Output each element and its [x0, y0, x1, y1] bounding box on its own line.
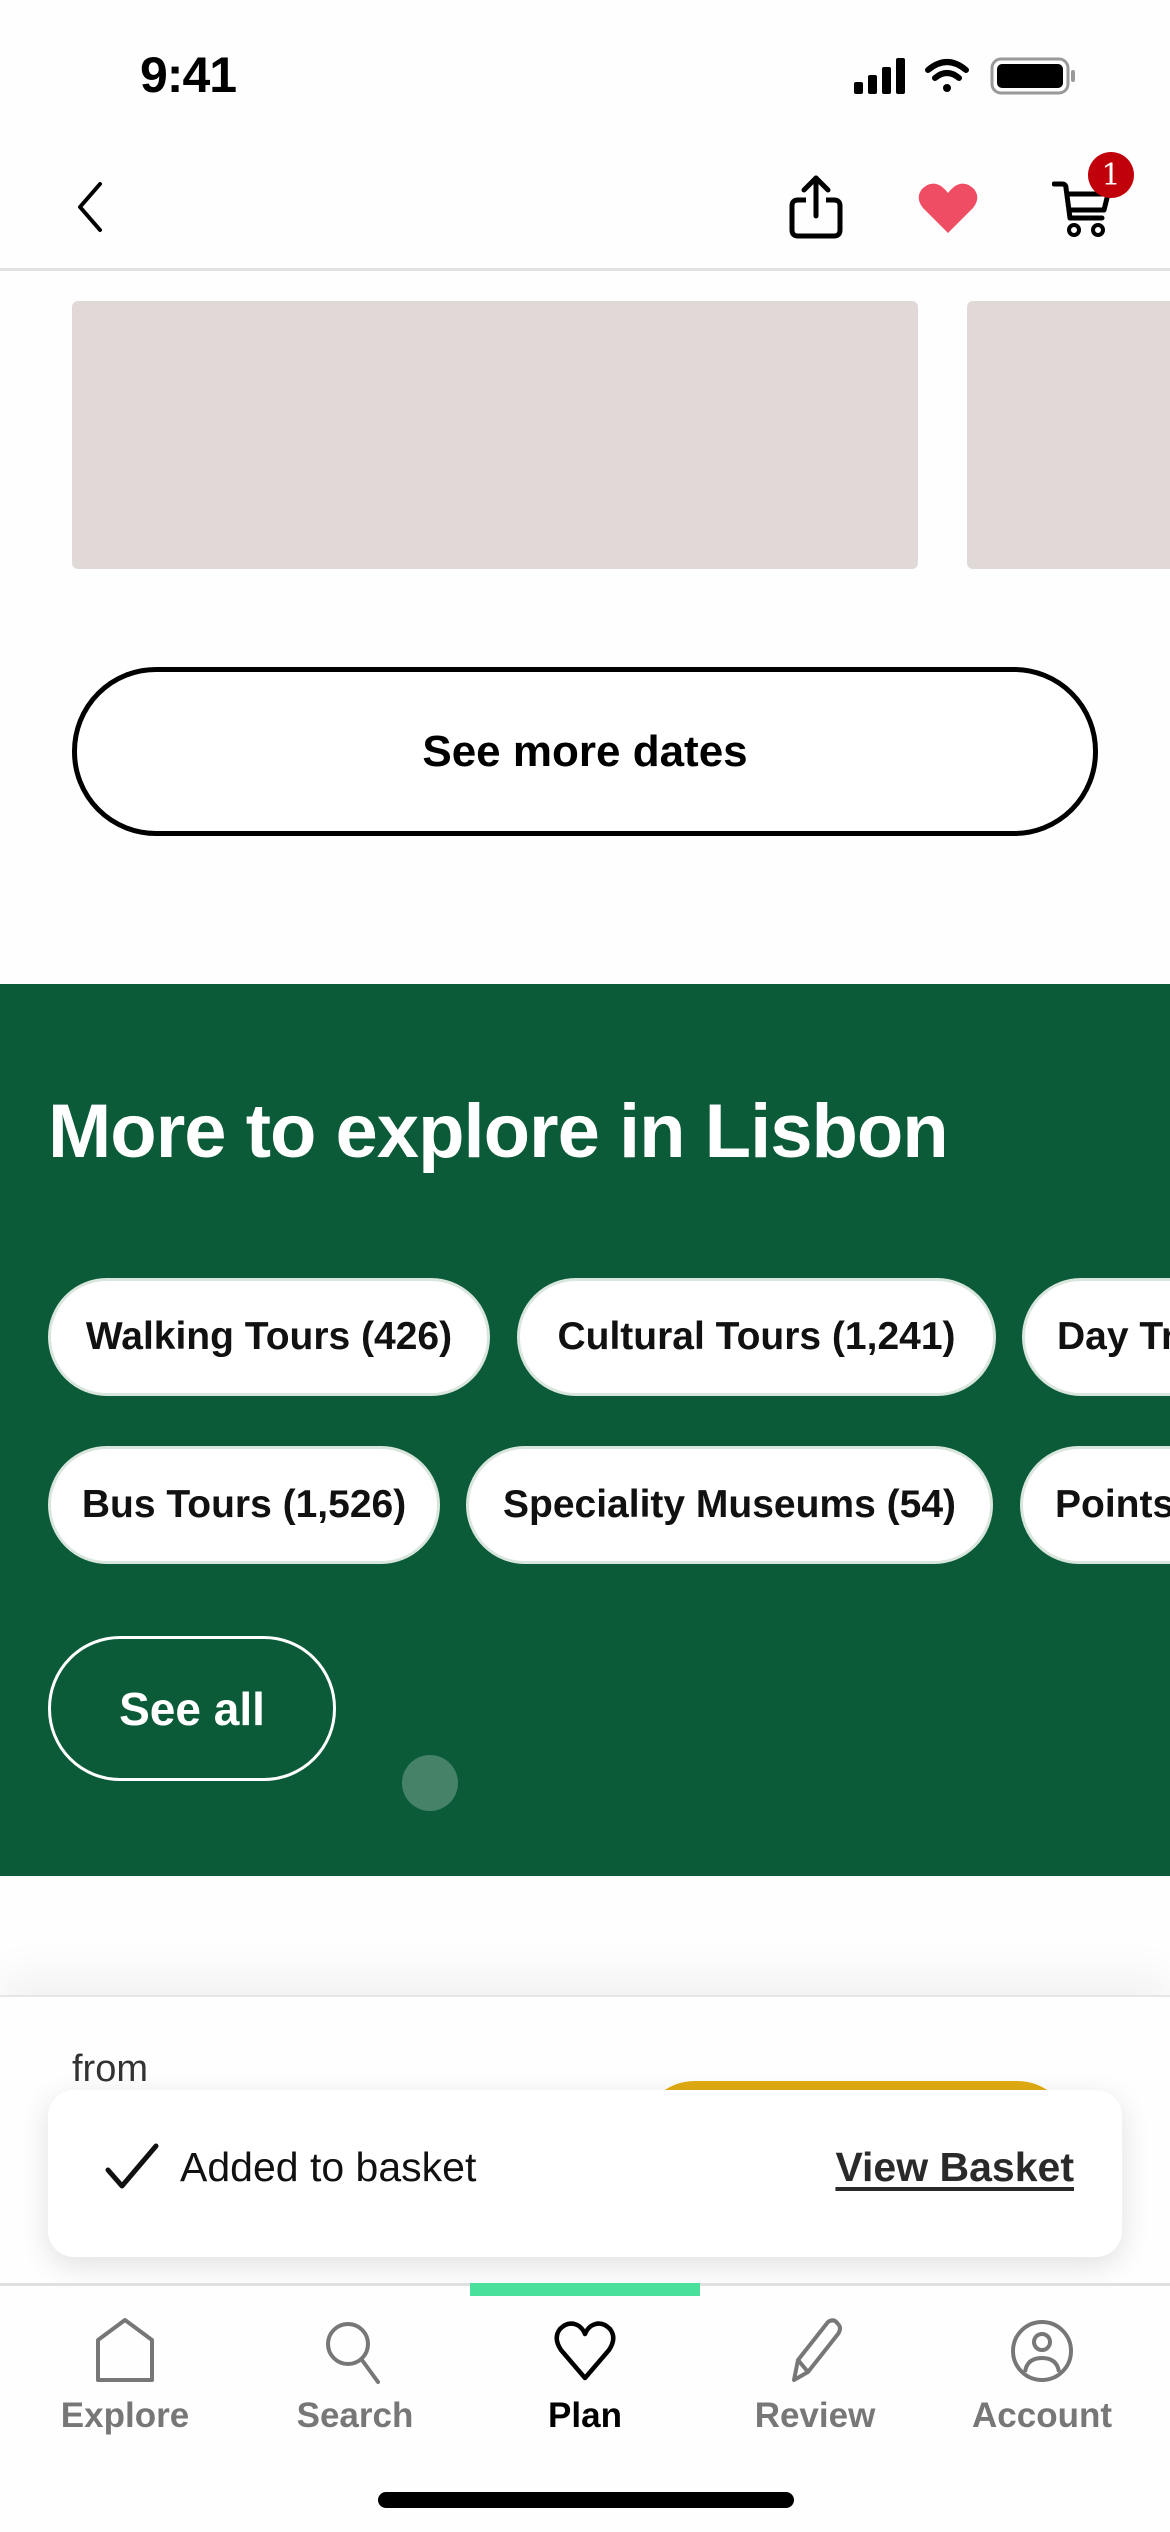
tab-plan[interactable]: Plan [485, 2316, 685, 2456]
back-button[interactable] [60, 170, 120, 244]
tab-label: Explore [60, 2396, 190, 2435]
view-basket-link[interactable]: View Basket [835, 2144, 1074, 2191]
price-from-label: from [72, 2048, 148, 2090]
status-icons [852, 56, 1092, 96]
heart-outline-icon [554, 2321, 616, 2381]
see-more-dates-button[interactable]: See more dates [72, 667, 1098, 836]
cart-badge: 1 [1088, 152, 1134, 198]
share-button[interactable] [780, 170, 852, 244]
share-icon [789, 175, 843, 239]
active-tab-indicator [470, 2283, 700, 2296]
category-chip-bus-tours[interactable]: Bus Tours (1,526) [48, 1446, 440, 1564]
tab-label: Search [296, 2396, 414, 2435]
tab-account[interactable]: Account [942, 2316, 1142, 2456]
status-time: 9:41 [140, 47, 237, 103]
section-title: More to explore in Lisbon [48, 1089, 949, 1174]
home-indicator [378, 2492, 794, 2508]
explore-section: More to explore in Lisbon Walking Tours … [0, 984, 1170, 1876]
tab-explore[interactable]: Explore [25, 2316, 225, 2456]
checkmark-icon [105, 2143, 159, 2189]
pencil-icon [792, 2318, 842, 2382]
category-chip-cultural-tours[interactable]: Cultural Tours (1,241) [517, 1278, 996, 1396]
home-icon [96, 2318, 154, 2382]
added-to-basket-toast: Added to basket View Basket [48, 2090, 1122, 2257]
account-icon [1011, 2320, 1073, 2382]
see-all-button[interactable]: See all [48, 1636, 336, 1781]
category-chip-day-trips[interactable]: Day Tr [1022, 1278, 1170, 1396]
cellular-signal-icon [854, 58, 905, 94]
tab-label: Plan [548, 2396, 622, 2435]
category-chip-walking-tours[interactable]: Walking Tours (426) [48, 1278, 490, 1396]
battery-icon [990, 57, 1075, 95]
date-card[interactable] [967, 301, 1170, 569]
category-chip-points-of-interest[interactable]: Points [1020, 1446, 1170, 1564]
header-divider [0, 268, 1170, 271]
heart-filled-icon [918, 183, 978, 233]
category-chip-speciality-museums[interactable]: Speciality Museums (54) [466, 1446, 993, 1564]
wifi-icon [925, 59, 969, 92]
search-icon [326, 2322, 380, 2384]
tab-label: Account [972, 2396, 1112, 2435]
tab-label: Review [754, 2396, 876, 2435]
touch-indicator [402, 1755, 458, 1811]
tab-search[interactable]: Search [255, 2316, 455, 2456]
toast-message: Added to basket [180, 2144, 477, 2190]
tab-review[interactable]: Review [715, 2316, 915, 2456]
date-card[interactable] [72, 301, 918, 569]
chevron-left-icon [78, 182, 102, 232]
favorite-button[interactable] [910, 176, 986, 240]
